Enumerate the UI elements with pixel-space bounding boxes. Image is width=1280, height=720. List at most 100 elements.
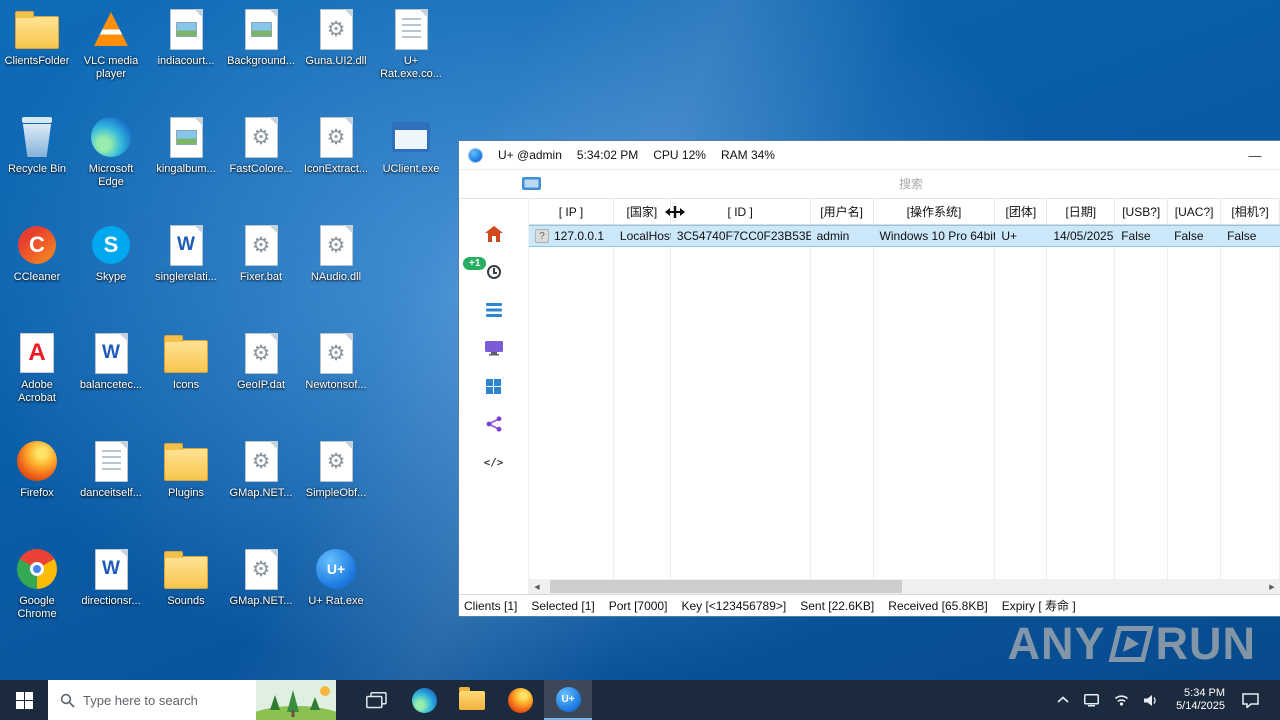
column-header[interactable]: [用户名] xyxy=(811,199,874,224)
tray-display-icon[interactable] xyxy=(1081,690,1102,711)
app-icon xyxy=(468,147,483,163)
column-header[interactable]: [UAC?] xyxy=(1168,199,1222,224)
desktop-icon-geoip-dat[interactable]: ⚙ GeoIP.dat xyxy=(224,330,298,392)
tray-volume-icon[interactable] xyxy=(1141,690,1162,711)
desktop-icon-danceitself[interactable]: danceitself... xyxy=(74,438,148,500)
home-icon[interactable] xyxy=(482,225,506,243)
desktop-icon-uclient-exe[interactable]: UClient.exe xyxy=(374,114,448,176)
desktop-icon-google-chrome[interactable]: Google Chrome xyxy=(0,546,74,621)
taskbar-search-box[interactable] xyxy=(48,680,336,720)
column-header[interactable]: [相机?] xyxy=(1221,199,1280,224)
code-icon[interactable]: </> xyxy=(482,453,506,471)
uclient-icon xyxy=(392,122,430,152)
desktop-icon-balancetec[interactable]: Wbalancetec... xyxy=(74,330,148,392)
clock-time: 5:34 PM xyxy=(1184,687,1225,699)
adobe-acrobat-icon: A xyxy=(20,333,54,373)
column-header[interactable]: [国家] xyxy=(614,199,671,224)
desktop-icon-label: U+ Rat.exe.co... xyxy=(380,55,442,80)
desktop-icon-label: singlerelati... xyxy=(155,271,217,283)
desktop-icon-recycle-bin[interactable]: Recycle Bin xyxy=(0,114,74,176)
desktop-icon-fixer-bat[interactable]: ⚙ Fixer.bat xyxy=(224,222,298,284)
status-item: Clients [1] xyxy=(464,598,518,613)
desktop-icon-label: Adobe Acrobat xyxy=(18,379,56,404)
connections-icon[interactable] xyxy=(482,415,506,433)
desktop-icon-guna-ui2-dll[interactable]: ⚙ Guna.UI2.dll xyxy=(299,6,373,68)
desktop-icon-microsoft-edge[interactable]: Microsoft Edge xyxy=(74,114,148,189)
desktop-icon-singlerelati[interactable]: Wsinglerelati... xyxy=(149,222,223,284)
desktop-icon-label: CCleaner xyxy=(13,271,61,283)
column-header[interactable]: [ ID ] xyxy=(671,199,811,224)
desktop-icon-iconextract[interactable]: ⚙ IconExtract... xyxy=(299,114,373,176)
desktop-icon-sounds[interactable]: Sounds xyxy=(149,546,223,608)
clients-tab-icon[interactable] xyxy=(522,176,542,192)
desktop-icon-directionsr[interactable]: Wdirectionsr... xyxy=(74,546,148,608)
taskbar-edge-button[interactable] xyxy=(400,680,448,720)
action-center-icon[interactable] xyxy=(1239,689,1262,712)
tasks-list-icon[interactable] xyxy=(482,301,506,319)
window-time: 5:34:02 PM xyxy=(576,148,639,162)
scrollbar-track[interactable] xyxy=(545,579,1264,594)
task-view-button[interactable] xyxy=(352,680,400,720)
taskbar-search-input[interactable] xyxy=(83,692,256,708)
desktop-icon-label: Newtonsof... xyxy=(305,379,367,391)
folder-icon xyxy=(164,550,208,589)
column-header[interactable]: [ IP ] xyxy=(529,199,614,224)
desktop-icon-newtonsof[interactable]: ⚙ Newtonsof... xyxy=(299,330,373,392)
scrollbar-thumb[interactable] xyxy=(550,580,902,593)
column-header[interactable]: [操作系统] xyxy=(874,199,996,224)
desktop-icon-skype[interactable]: S Skype xyxy=(74,222,148,284)
scroll-right-arrow[interactable]: ▶ xyxy=(1264,579,1280,594)
windows-icon[interactable] xyxy=(482,377,506,395)
desktop-icon-gmap-net[interactable]: ⚙ GMap.NET... xyxy=(224,438,298,500)
chrome-icon xyxy=(17,549,57,589)
desktop-icon-simpleobf[interactable]: ⚙ SimpleObf... xyxy=(299,438,373,500)
uplus-icon: U+ xyxy=(316,549,356,589)
system-file-icon: ⚙ xyxy=(319,116,353,158)
desktop-icon-clientsfolder[interactable]: ClientsFolder xyxy=(0,6,74,68)
desktop-icon-vlc-media-player[interactable]: VLC media player xyxy=(74,6,148,81)
desktop-icon-icons[interactable]: Icons xyxy=(149,330,223,392)
desktop-icon-indiacourt[interactable]: indiacourt... xyxy=(149,6,223,68)
remote-desktop-icon[interactable] xyxy=(482,339,506,357)
desktop-icon-label: Sounds xyxy=(167,595,205,607)
client-row[interactable]: ? 127.0.0.1 LocalHost 3C54740F7CC0F23B53E5 a… xyxy=(529,225,1280,247)
minimize-button[interactable]: — xyxy=(1238,142,1272,168)
system-file-icon: ⚙ xyxy=(244,224,278,266)
taskbar-uplus-button[interactable]: U+ xyxy=(544,680,592,720)
start-button[interactable] xyxy=(0,680,48,720)
taskbar-explorer-button[interactable] xyxy=(448,680,496,720)
system-file-icon: ⚙ xyxy=(319,8,353,50)
desktop-icon-u-rat-exe[interactable]: U+ U+ Rat.exe xyxy=(299,546,373,608)
desktop-icon-plugins[interactable]: Plugins xyxy=(149,438,223,500)
desktop-icon-naudio-dll[interactable]: ⚙ NAudio.dll xyxy=(299,222,373,284)
column-header[interactable]: [团体] xyxy=(995,199,1048,224)
folder-icon xyxy=(164,334,208,373)
table-header-row: [ IP ] [国家][ ID ] [用户名] [操作系统] [团体] [日期] [USB?… xyxy=(529,199,1280,225)
system-tray: 5:34 PM 5/14/2025 xyxy=(1054,680,1280,720)
column-header[interactable]: [USB?] xyxy=(1115,199,1169,224)
cell: False xyxy=(1227,229,1257,243)
desktop-icon-gmap-net[interactable]: ⚙ GMap.NET... xyxy=(224,546,298,608)
desktop-icon-firefox[interactable]: Firefox xyxy=(0,438,74,500)
taskbar-clock[interactable]: 5:34 PM 5/14/2025 xyxy=(1171,687,1230,713)
search-input[interactable] xyxy=(542,170,1280,198)
cell: U+ xyxy=(1001,229,1018,243)
desktop-icon-u-rat-exe-co[interactable]: U+ Rat.exe.co... xyxy=(374,6,448,81)
recycle-bin-icon xyxy=(21,117,53,157)
unknown-flag-icon: ? xyxy=(535,229,549,243)
desktop-icon-ccleaner[interactable]: C CCleaner xyxy=(0,222,74,284)
search-highlights-illustration[interactable] xyxy=(256,680,336,720)
taskbar-firefox-button[interactable] xyxy=(496,680,544,720)
desktop-icon-kingalbum[interactable]: kingalbum... xyxy=(149,114,223,176)
desktop-icon-adobe-acrobat[interactable]: A Adobe Acrobat xyxy=(0,330,74,405)
column-header[interactable]: [日期] xyxy=(1047,199,1116,224)
window-toolbar xyxy=(459,169,1280,199)
screen: ClientsFolder Recycle Bin C CCleaner A Adobe … xyxy=(0,0,1280,720)
tray-network-icon[interactable] xyxy=(1111,690,1132,710)
desktop-icon-background[interactable]: Background... xyxy=(224,6,298,68)
scroll-left-arrow[interactable]: ◀ xyxy=(529,579,545,594)
desktop-icon-label: Fixer.bat xyxy=(239,271,283,283)
tray-chevron-up-icon[interactable] xyxy=(1054,692,1072,708)
desktop-icon-label: GMap.NET... xyxy=(229,487,293,499)
desktop-icon-fastcolore[interactable]: ⚙ FastColore... xyxy=(224,114,298,176)
